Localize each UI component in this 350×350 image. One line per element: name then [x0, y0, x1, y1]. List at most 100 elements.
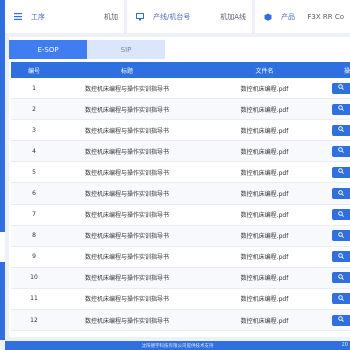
footer-text: 沈阳德宇科技有限公司提供技术支持: [141, 343, 214, 349]
row-action: [332, 209, 350, 221]
row-title: 数控机床编程与操作实训指导书: [84, 106, 169, 114]
document-table: 编号 标题 文件名 操 1 数控机床编程与操作实训指导书 数控机床编程.pdf 2 数控…: [11, 62, 350, 332]
view-button[interactable]: [332, 145, 350, 157]
box-icon: [264, 13, 272, 21]
table-row: 4 数控机床编程与操作实训指导书 数控机床编程.pdf: [11, 141, 350, 163]
view-button[interactable]: [332, 188, 350, 200]
table-row: 2 数控机床编程与操作实训指导书 数控机床编程.pdf: [11, 99, 350, 121]
view-button[interactable]: [332, 166, 350, 178]
row-action: [332, 293, 350, 305]
search-icon: [338, 210, 344, 219]
row-num: 4: [32, 147, 36, 155]
row-num: 6: [32, 190, 36, 198]
table-row: 6 数控机床编程与操作实训指导书 数控机床编程.pdf: [11, 183, 350, 205]
document-panel: E-SOP SIP 编号 标题 文件名 操 1 数控机床编程与操作实训指导书 数控机…: [9, 37, 350, 337]
row-action: [332, 230, 350, 242]
row-title: 数控机床编程与操作实训指导书: [84, 254, 169, 262]
list-icon: [14, 13, 22, 21]
search-icon: [338, 126, 344, 134]
tab-esop[interactable]: E-SOP: [9, 40, 87, 59]
row-action: [332, 314, 350, 326]
product-card: 产品 F3X RR Co: [255, 0, 350, 33]
row-file[interactable]: 数控机床编程.pdf: [197, 273, 332, 282]
table-row: 1 数控机床编程与操作实训指导书 数控机床编程.pdf: [11, 78, 350, 100]
view-button[interactable]: [332, 209, 350, 221]
table-row: 12 数控机床编程与操作实训指导书 数控机床编程.pdf: [11, 310, 350, 332]
row-title: 数控机床编程与操作实训指导书: [84, 296, 169, 304]
row-title: 数控机床编程与操作实训指导书: [84, 169, 169, 177]
process-card: 工序 机加: [5, 0, 127, 33]
line-card: 产线/机台号 机加A线: [127, 0, 255, 33]
view-button[interactable]: [332, 82, 350, 94]
row-file[interactable]: 数控机床编程.pdf: [197, 316, 332, 325]
search-icon: [338, 231, 344, 240]
row-file[interactable]: 数控机床编程.pdf: [197, 147, 332, 156]
view-button[interactable]: [332, 124, 350, 136]
product-value: F3X RR Co: [307, 12, 344, 21]
tab-sip[interactable]: SIP: [87, 40, 165, 59]
search-icon: [338, 253, 344, 261]
table-body: 1 数控机床编程与操作实训指导书 数控机床编程.pdf 2 数控机床编程与操作实训指导书…: [11, 78, 350, 332]
view-button[interactable]: [332, 272, 350, 284]
search-icon: [338, 168, 344, 176]
row-file[interactable]: 数控机床编程.pdf: [197, 294, 332, 303]
row-title: 数控机床编程与操作实训指导书: [84, 233, 169, 241]
monitor-icon: [136, 12, 144, 21]
line-value: 机加A线: [220, 12, 246, 21]
row-action: [332, 166, 350, 178]
header-file: 文件名: [255, 67, 274, 75]
row-file[interactable]: 数控机床编程.pdf: [197, 189, 332, 198]
tab-bar: E-SOP SIP: [9, 40, 165, 59]
row-action: [332, 145, 350, 157]
view-button[interactable]: [332, 103, 350, 115]
table-row: 10 数控机床编程与操作实训指导书 数控机床编程.pdf: [11, 267, 350, 289]
table-row: 11 数控机床编程与操作实训指导书 数控机床编程.pdf: [11, 289, 350, 311]
row-file[interactable]: 数控机床编程.pdf: [197, 105, 332, 114]
process-label: 工序: [31, 12, 45, 21]
line-label: 产线/机台号: [153, 12, 191, 21]
row-num: 3: [32, 126, 36, 134]
table-row: 3 数控机床编程与操作实训指导书 数控机床编程.pdf: [11, 120, 350, 142]
app-page: 工序 机加 产线/机台号 机加A线 产品 F3X RR Co E-SOP SIP…: [0, 0, 350, 350]
row-file[interactable]: 数控机床编程.pdf: [197, 231, 332, 240]
row-num: 8: [32, 232, 36, 240]
row-num: 2: [32, 105, 36, 113]
search-icon: [338, 105, 344, 113]
search-icon: [338, 316, 344, 324]
view-button[interactable]: [332, 314, 350, 326]
row-file[interactable]: 数控机床编程.pdf: [197, 210, 332, 219]
row-title: 数控机床编程与操作实训指导书: [84, 212, 169, 220]
view-button[interactable]: [332, 293, 350, 305]
search-icon: [338, 189, 344, 198]
footer-tail: 20: [341, 342, 348, 348]
left-nav-strip[interactable]: [0, 0, 5, 340]
search-icon: [338, 84, 344, 92]
row-action: [332, 251, 350, 263]
row-title: 数控机床编程与操作实训指导书: [84, 275, 169, 283]
table-row: 8 数控机床编程与操作实训指导书 数控机床编程.pdf: [11, 225, 350, 247]
row-num: 7: [32, 211, 36, 219]
row-file[interactable]: 数控机床编程.pdf: [197, 126, 332, 135]
table-row: 7 数控机床编程与操作实训指导书 数控机床编程.pdf: [11, 205, 350, 226]
view-button[interactable]: [332, 251, 350, 263]
table-row: 5 数控机床编程与操作实训指导书 数控机床编程.pdf: [11, 162, 350, 184]
process-value: 机加: [104, 12, 118, 21]
row-num: 10: [30, 274, 38, 282]
table-header: 编号 标题 文件名 操: [11, 62, 350, 78]
row-file[interactable]: 数控机床编程.pdf: [197, 168, 332, 177]
search-icon: [338, 295, 344, 303]
table-row: 9 数控机床编程与操作实训指导书 数控机床编程.pdf: [11, 247, 350, 268]
row-file[interactable]: 数控机床编程.pdf: [197, 252, 332, 261]
search-icon: [338, 274, 344, 282]
view-button[interactable]: [332, 230, 350, 242]
row-title: 数控机床编程与操作实训指导书: [84, 127, 169, 135]
row-num: 5: [32, 168, 36, 176]
row-action: [332, 103, 350, 115]
row-action: [332, 188, 350, 200]
row-action: [332, 82, 350, 94]
row-action: [332, 124, 350, 136]
nav-indicator: [0, 232, 5, 262]
row-file[interactable]: 数控机床编程.pdf: [197, 84, 332, 93]
row-num: 1: [32, 84, 36, 92]
header-action: 操: [343, 67, 350, 75]
